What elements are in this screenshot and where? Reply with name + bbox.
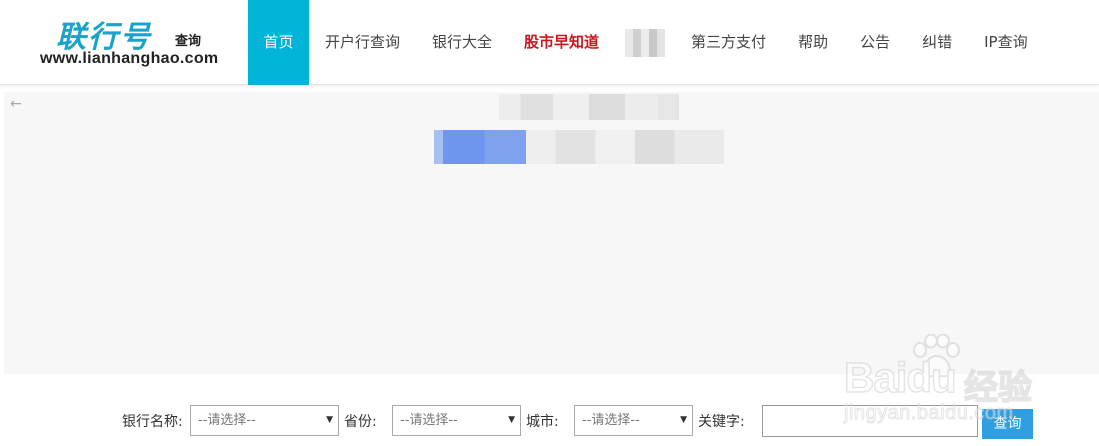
logo-subtitle: 查询 <box>175 34 202 49</box>
dropdown-arrow-icon: ▼ <box>680 415 687 425</box>
blurred-text <box>625 28 666 57</box>
city-select[interactable]: --请选择-- ▼ <box>574 405 693 436</box>
city-label: 城市: <box>526 414 559 430</box>
blurred-text <box>526 130 724 164</box>
dropdown-arrow-icon: ▼ <box>326 415 333 425</box>
nav-help[interactable]: 帮助 <box>782 0 844 85</box>
nav-ip-query[interactable]: IP查询 <box>968 0 1043 85</box>
nav-bank-directory[interactable]: 银行大全 <box>416 0 508 85</box>
nav-notice[interactable]: 公告 <box>844 0 906 85</box>
bank-name-select[interactable]: --请选择-- ▼ <box>190 405 339 436</box>
nav-blurred-item[interactable] <box>615 0 675 85</box>
site-logo[interactable]: 联行号 查询 www.lianhanghao.com <box>38 12 238 72</box>
nav-third-party-pay[interactable]: 第三方支付 <box>675 0 782 85</box>
watermark-url: jingyan.baidu.com <box>844 402 1014 425</box>
nav-correction[interactable]: 纠错 <box>906 0 968 85</box>
bank-name-value: --请选择-- <box>198 413 256 428</box>
province-value: --请选择-- <box>400 413 458 428</box>
province-label: 省份: <box>344 414 377 430</box>
blurred-heading <box>499 94 679 120</box>
keyword-label: 关键字: <box>698 414 745 430</box>
nav-home[interactable]: 首页 <box>248 0 309 85</box>
baidu-watermark: Baidu 经验 jingyan.baidu.com <box>836 326 1056 426</box>
bank-name-label: 银行名称: <box>122 414 183 430</box>
logo-url: www.lianhanghao.com <box>40 50 219 67</box>
province-select[interactable]: --请选择-- ▼ <box>392 405 521 436</box>
site-header: 联行号 查询 www.lianhanghao.com 首页 开户行查询 银行大全… <box>0 0 1099 85</box>
blurred-image <box>434 130 526 164</box>
back-arrow-icon[interactable]: ← <box>10 96 22 112</box>
watermark-brand: Baidu <box>843 353 957 402</box>
nav-branch-query[interactable]: 开户行查询 <box>309 0 416 85</box>
main-nav: 首页 开户行查询 银行大全 股市早知道 第三方支付 帮助 公告 纠错 IP查询 <box>248 0 1044 85</box>
blurred-banner <box>434 130 724 164</box>
city-value: --请选择-- <box>582 413 640 428</box>
nav-stock-news[interactable]: 股市早知道 <box>508 0 615 85</box>
dropdown-arrow-icon: ▼ <box>508 415 515 425</box>
